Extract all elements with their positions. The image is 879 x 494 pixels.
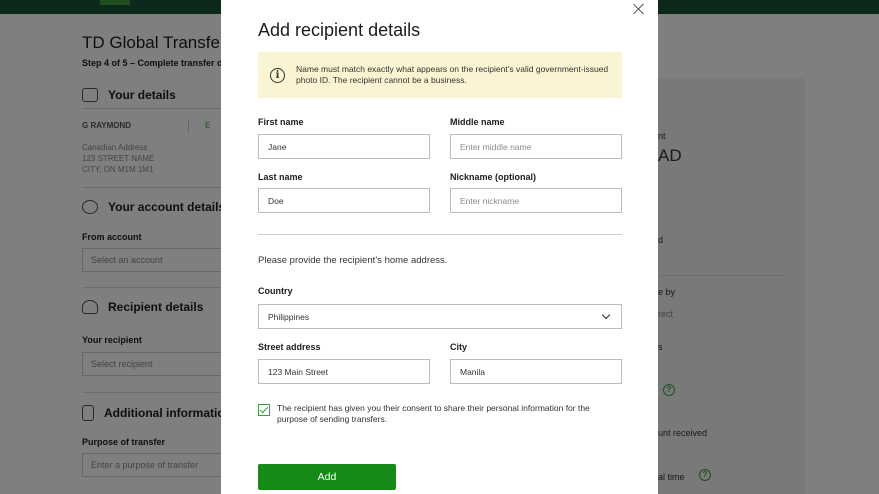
last-name-input[interactable] bbox=[258, 188, 430, 213]
modal-title: Add recipient details bbox=[258, 20, 421, 40]
close-icon[interactable] bbox=[632, 2, 646, 16]
address-prompt: Please provide the recipient’s home addr… bbox=[258, 255, 448, 266]
first-name-input[interactable] bbox=[258, 134, 430, 159]
country-value: Philippines bbox=[268, 311, 310, 322]
add-recipient-modal: Add recipient details i Name must match … bbox=[221, 0, 658, 494]
middle-name-label: Middle name bbox=[450, 117, 505, 127]
city-input[interactable] bbox=[450, 359, 622, 384]
chevron-down-icon bbox=[601, 310, 611, 319]
consent-checkbox[interactable] bbox=[258, 404, 270, 416]
info-icon: i bbox=[270, 67, 285, 83]
section-divider bbox=[258, 234, 622, 235]
last-name-label: Last name bbox=[258, 172, 303, 182]
add-button[interactable]: Add bbox=[258, 464, 396, 490]
consent-row: The recipient has given you their consen… bbox=[258, 403, 622, 425]
country-label: Country bbox=[258, 286, 293, 296]
id-notice-banner: i Name must match exactly what appears o… bbox=[258, 52, 622, 98]
consent-text: The recipient has given you their consen… bbox=[277, 403, 590, 424]
first-name-label: First name bbox=[258, 117, 304, 127]
nickname-label: Nickname (optional) bbox=[450, 172, 537, 182]
nickname-input[interactable] bbox=[450, 188, 622, 213]
notice-text: Name must match exactly what appears on … bbox=[296, 64, 609, 85]
street-address-label: Street address bbox=[258, 342, 321, 352]
street-address-input[interactable] bbox=[258, 359, 430, 384]
middle-name-input[interactable] bbox=[450, 134, 622, 159]
city-label: City bbox=[450, 342, 468, 352]
country-select[interactable]: Philippines bbox=[258, 304, 622, 329]
